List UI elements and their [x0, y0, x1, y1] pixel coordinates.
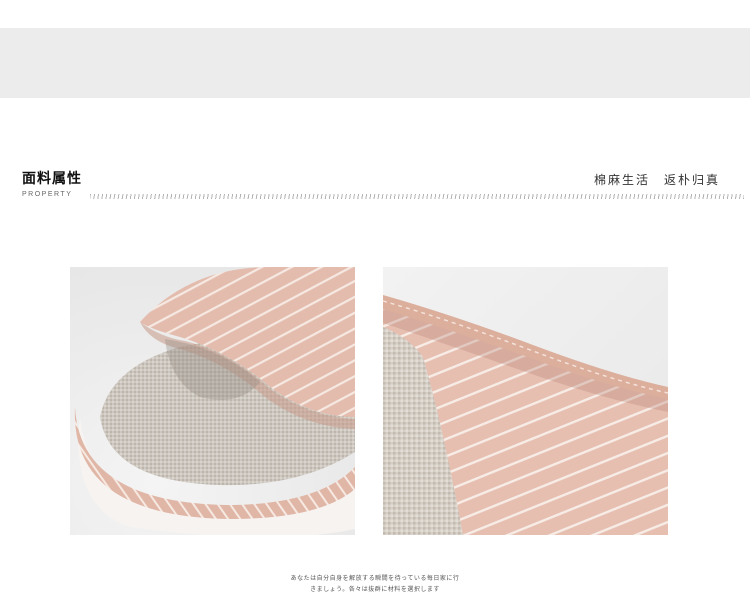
- slogan-right: 返朴归真: [663, 173, 720, 187]
- slipper-front-photo: [70, 267, 355, 535]
- slogan: 棉麻生活 返朴归真: [594, 171, 720, 188]
- slipper-fabric-photo: [383, 267, 668, 535]
- caption-line-2: きましょう。各々は抜群に材料を選択します: [310, 586, 440, 593]
- section-subtitle: PROPERTY: [22, 191, 73, 198]
- decorative-divider: [90, 194, 744, 199]
- caption-line-1: あなたは自分自身を解放する瞬間を待っている每日家に行: [290, 575, 460, 582]
- slipper-front-image: [70, 267, 355, 535]
- top-banner: [0, 28, 750, 98]
- slogan-left: 棉麻生活: [593, 173, 650, 187]
- section-title: 面料属性: [22, 171, 82, 187]
- slipper-fabric-image: [383, 267, 668, 535]
